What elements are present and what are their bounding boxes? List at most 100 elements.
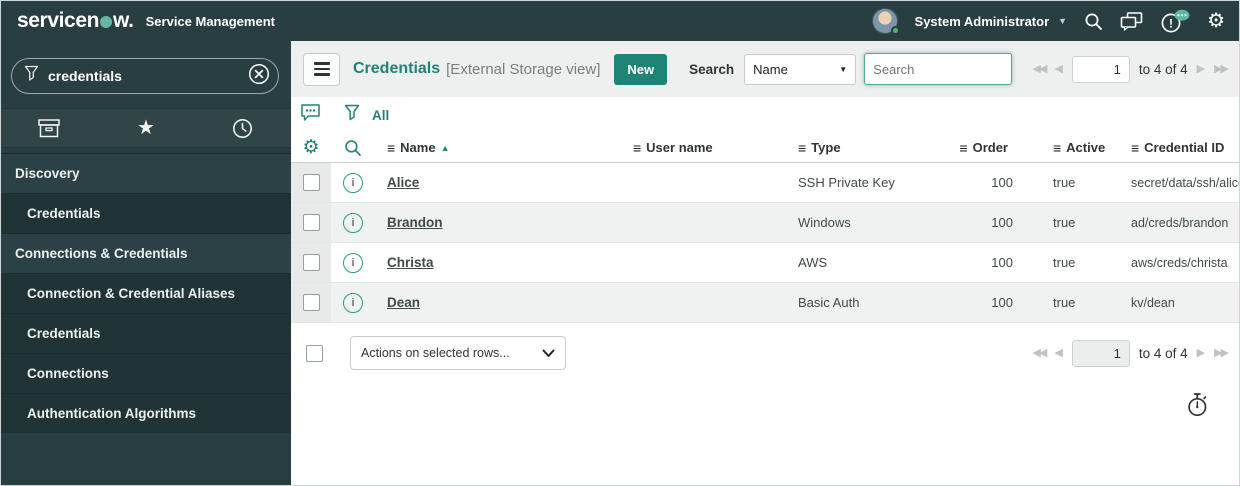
list-view-label: [External Storage view] xyxy=(446,60,601,78)
personalize-list-gear-icon[interactable]: ⚙ xyxy=(291,138,331,157)
info-icon[interactable]: i xyxy=(343,172,363,193)
list-filter-funnel-icon[interactable] xyxy=(344,104,360,127)
cell-order: 100 xyxy=(991,295,1013,310)
table-body: i Alice SSH Private Key 100 true secret/… xyxy=(291,163,1239,323)
pagination-top: ◀◀ ◀ to 4 of 4 ▶ ▶▶ xyxy=(1032,55,1229,83)
first-page-button[interactable]: ◀◀ xyxy=(1032,347,1047,359)
sidebar-item[interactable]: Credentials xyxy=(1,313,291,353)
sidebar-item-label: Credentials xyxy=(27,206,101,221)
cell-user-name xyxy=(625,283,790,322)
sidebar-item[interactable]: Connections & Credentials xyxy=(1,233,291,273)
cell-credential-id: aws/creds/christa xyxy=(1131,255,1228,270)
column-header-label: Name xyxy=(400,140,436,155)
row-checkbox-cell xyxy=(291,163,331,202)
search-column-select[interactable]: Name ▼ xyxy=(744,53,857,85)
column-menu-icon[interactable] xyxy=(387,140,395,156)
select-all-checkbox[interactable] xyxy=(306,344,323,362)
connect-chat-icon[interactable] xyxy=(1120,11,1143,31)
user-menu-caret-icon[interactable]: ▼ xyxy=(1058,16,1067,26)
sidebar-item[interactable]: Discovery xyxy=(1,153,291,193)
record-link[interactable]: Alice xyxy=(387,175,419,190)
cell-active: true xyxy=(1053,175,1076,190)
column-header[interactable]: User name xyxy=(625,140,790,156)
record-link[interactable]: Christa xyxy=(387,255,434,270)
actions-select[interactable]: Actions on selected rows... xyxy=(350,336,566,370)
sidebar-item[interactable]: Credentials xyxy=(1,193,291,233)
list-search-icon[interactable] xyxy=(331,139,375,157)
info-icon[interactable]: i xyxy=(343,292,363,313)
row-checkbox[interactable] xyxy=(302,214,320,231)
clear-filter-icon[interactable] xyxy=(248,63,270,90)
next-page-button[interactable]: ▶ xyxy=(1197,347,1205,359)
page-number-input[interactable] xyxy=(1071,339,1130,367)
cell-credential-id: kv/dean xyxy=(1131,295,1175,310)
column-header[interactable]: Active xyxy=(1045,140,1123,156)
select-caret-icon: ▼ xyxy=(839,64,848,74)
column-menu-icon[interactable] xyxy=(1053,140,1061,156)
column-header[interactable]: Type xyxy=(790,140,970,156)
last-page-button[interactable]: ▶▶ xyxy=(1214,63,1229,75)
list-search-input[interactable] xyxy=(864,53,1013,85)
last-page-button[interactable]: ▶▶ xyxy=(1214,347,1229,359)
row-checkbox[interactable] xyxy=(302,174,320,191)
list-title[interactable]: Credentials xyxy=(353,60,440,78)
navigator-filter-input[interactable] xyxy=(48,68,239,84)
cell-order: 100 xyxy=(991,175,1013,190)
table-row: i Dean Basic Auth 100 true kv/dean xyxy=(291,283,1239,323)
list-content: Credentials [External Storage view] New … xyxy=(291,41,1239,485)
column-menu-icon[interactable] xyxy=(959,140,967,156)
record-link[interactable]: Dean xyxy=(387,295,420,310)
row-checkbox-cell xyxy=(291,243,331,282)
column-header[interactable]: Order xyxy=(970,140,1045,156)
sidebar-item-label: Connections xyxy=(27,366,109,381)
cell-active: true xyxy=(1053,255,1076,270)
servicenow-logo[interactable]: servicen w. xyxy=(17,9,134,33)
list-context-menu-button[interactable] xyxy=(303,52,340,86)
row-checkbox[interactable] xyxy=(302,254,320,271)
next-page-button[interactable]: ▶ xyxy=(1197,63,1205,75)
navigator-filter xyxy=(11,58,279,94)
previous-page-button[interactable]: ◀ xyxy=(1054,63,1062,75)
column-menu-icon[interactable] xyxy=(1131,140,1139,156)
column-header[interactable]: Name ▲ xyxy=(375,140,625,156)
breadcrumb-all[interactable]: All xyxy=(372,108,389,123)
breadcrumb: All xyxy=(291,97,1239,133)
tab-all-applications[interactable] xyxy=(1,109,98,147)
first-page-button[interactable]: ◀◀ xyxy=(1032,63,1047,75)
column-header-label: Order xyxy=(972,140,1008,155)
list-updates-icon[interactable] xyxy=(300,103,321,128)
previous-page-button[interactable]: ◀ xyxy=(1054,347,1062,359)
column-header[interactable]: Credential ID xyxy=(1123,140,1239,156)
svg-text:!: ! xyxy=(1169,16,1173,30)
column-header-label: Type xyxy=(811,140,841,155)
pagination-bottom: ◀◀ ◀ to 4 of 4 ▶ ▶▶ xyxy=(1032,339,1229,367)
sort-ascending-icon: ▲ xyxy=(440,142,450,153)
cell-order: 100 xyxy=(991,255,1013,270)
new-button[interactable]: New xyxy=(614,53,668,85)
row-checkbox-cell xyxy=(291,283,331,322)
product-name: Service Management xyxy=(145,13,275,29)
user-avatar[interactable] xyxy=(871,8,900,35)
sidebar-item[interactable]: Connection & Credential Aliases xyxy=(1,273,291,313)
settings-gear-icon[interactable]: ⚙ xyxy=(1207,11,1225,31)
global-search-icon[interactable] xyxy=(1084,12,1103,31)
table-row: i Alice SSH Private Key 100 true secret/… xyxy=(291,163,1239,203)
row-info-cell: i xyxy=(331,243,375,282)
sidebar-item-label: Discovery xyxy=(15,166,80,181)
column-menu-icon[interactable] xyxy=(633,140,641,156)
cell-type: Basic Auth xyxy=(798,295,860,310)
row-checkbox[interactable] xyxy=(302,294,320,311)
sidebar-item[interactable]: Connections xyxy=(1,353,291,393)
column-menu-icon[interactable] xyxy=(798,140,806,156)
help-icon[interactable]: ! xyxy=(1160,9,1190,34)
user-menu[interactable]: System Administrator xyxy=(915,14,1050,29)
select-chevron-icon xyxy=(542,349,555,358)
page-number-input[interactable] xyxy=(1071,55,1130,83)
info-icon[interactable]: i xyxy=(343,212,363,233)
tab-history[interactable] xyxy=(194,109,291,147)
tab-favorites[interactable]: ★ xyxy=(98,109,195,147)
info-icon[interactable]: i xyxy=(343,252,363,273)
sidebar-item[interactable]: Authentication Algorithms xyxy=(1,393,291,433)
response-time-stopwatch-icon[interactable] xyxy=(1186,392,1209,423)
record-link[interactable]: Brandon xyxy=(387,215,443,230)
